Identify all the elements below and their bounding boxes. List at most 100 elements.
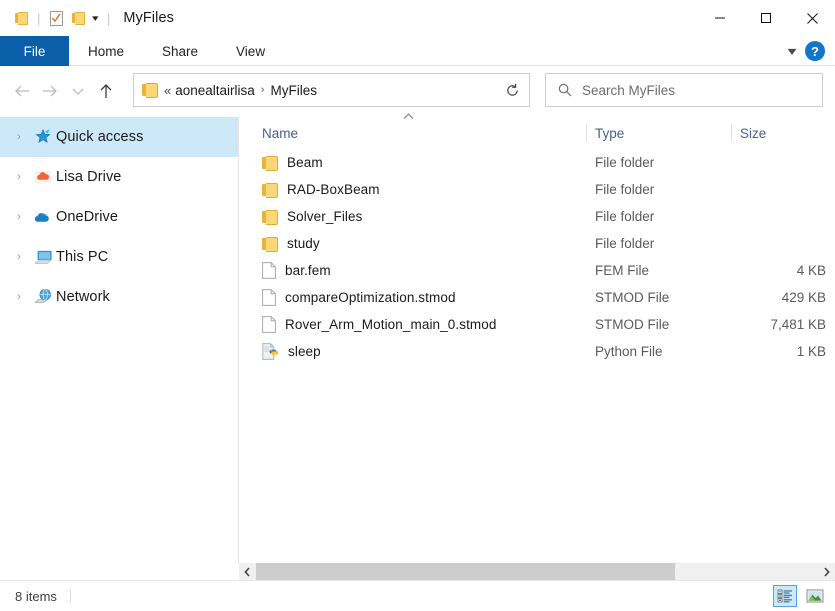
address-bar[interactable]: « aonealtairlisa › MyFiles (133, 73, 527, 107)
forward-button[interactable] (36, 76, 64, 106)
python-file-icon (262, 343, 279, 360)
qat-divider-1: | (37, 10, 41, 26)
sidebar-item-label: OneDrive (56, 209, 119, 225)
search-box[interactable]: Search MyFiles (545, 73, 823, 107)
file-name: study (287, 236, 320, 251)
breadcrumb-separator-0[interactable]: › (255, 84, 271, 96)
search-input[interactable]: Search MyFiles (582, 83, 675, 98)
tab-view[interactable]: View (217, 36, 284, 66)
large-icons-view-button[interactable] (803, 585, 827, 607)
generic-file-icon (262, 262, 276, 279)
ribbon-right-controls: ▾ ? (787, 36, 835, 66)
scrollbar-thumb[interactable] (256, 563, 675, 580)
title-bar: | ▾ | MyFiles (0, 0, 835, 36)
file-name-cell[interactable]: sleep (239, 343, 587, 360)
file-name-cell[interactable]: study (239, 236, 587, 252)
file-name: Rover_Arm_Motion_main_0.stmod (285, 317, 497, 332)
breadcrumb-item-1[interactable]: MyFiles (270, 83, 317, 98)
recent-locations-chevron-down-icon[interactable] (64, 76, 92, 106)
table-row[interactable]: sleep Python File 1 KB (239, 338, 835, 365)
column-header-name[interactable]: Name (239, 113, 587, 149)
chevron-right-icon[interactable]: › (8, 277, 30, 317)
scrollbar-track[interactable] (256, 563, 818, 580)
file-name-cell[interactable]: RAD-BoxBeam (239, 182, 587, 198)
generic-file-icon (262, 316, 276, 333)
table-row[interactable]: Beam File folder (239, 149, 835, 176)
back-button[interactable] (8, 76, 36, 106)
file-name: Beam (287, 155, 323, 170)
horizontal-scrollbar[interactable] (239, 563, 835, 580)
file-type-cell: STMOD File (595, 290, 670, 305)
sidebar-item-network[interactable]: › Network (0, 277, 238, 317)
refresh-button[interactable] (496, 73, 530, 107)
onedrive-cloud-icon (30, 208, 56, 226)
file-size-cell: 4 KB (796, 263, 826, 278)
file-size-cell: 7,481 KB (770, 317, 826, 332)
file-name: sleep (288, 344, 321, 359)
chevron-right-icon[interactable]: › (8, 237, 30, 277)
sidebar-item-this-pc[interactable]: › This PC (0, 237, 238, 277)
sidebar-item-label: This PC (56, 249, 109, 265)
window-folder-icon (10, 7, 32, 29)
file-name-cell[interactable]: Rover_Arm_Motion_main_0.stmod (239, 316, 587, 333)
folder-icon (262, 155, 278, 171)
details-view-button[interactable] (773, 585, 797, 607)
maximize-button[interactable] (743, 0, 789, 36)
chevron-right-icon[interactable]: › (8, 197, 30, 237)
up-button[interactable] (92, 76, 120, 106)
network-icon (30, 288, 56, 306)
status-divider (69, 589, 71, 603)
column-header-type[interactable]: Type (587, 117, 732, 149)
quick-access-toolbar: | ▾ | MyFiles (0, 0, 174, 36)
table-row[interactable]: Rover_Arm_Motion_main_0.stmod STMOD File… (239, 311, 835, 338)
properties-icon[interactable] (45, 7, 67, 29)
sort-ascending-icon (401, 113, 415, 123)
customize-qat-caret-icon[interactable]: ▾ (87, 13, 105, 23)
sidebar-item-lisa-drive[interactable]: › Lisa Drive (0, 157, 238, 197)
file-name-cell[interactable]: Solver_Files (239, 209, 587, 225)
close-button[interactable] (789, 0, 835, 36)
orange-cloud-icon (30, 168, 56, 186)
file-type-cell: Python File (595, 344, 663, 359)
file-type-cell: File folder (595, 182, 655, 197)
file-name-cell[interactable]: bar.fem (239, 262, 587, 279)
expand-ribbon-chevron-down-icon[interactable]: ▾ (787, 44, 796, 58)
chevron-right-icon[interactable]: › (8, 117, 30, 157)
help-button[interactable]: ? (805, 41, 825, 61)
file-explorer-window: | ▾ | MyFiles File Home Share View ▾ ? «… (0, 0, 835, 611)
column-header-size[interactable]: Size (732, 117, 835, 149)
sidebar-item-label: Lisa Drive (56, 169, 122, 185)
window-controls (697, 0, 835, 36)
address-folder-icon (142, 83, 158, 98)
table-row[interactable]: Solver_Files File folder (239, 203, 835, 230)
tab-home[interactable]: Home (69, 36, 143, 66)
pinned-star-icon (30, 128, 56, 146)
table-row[interactable]: RAD-BoxBeam File folder (239, 176, 835, 203)
file-name: compareOptimization.stmod (285, 290, 456, 305)
file-name-cell[interactable]: compareOptimization.stmod (239, 289, 587, 306)
column-header-label: Type (595, 125, 625, 141)
tab-share[interactable]: Share (143, 36, 217, 66)
minimize-button[interactable] (697, 0, 743, 36)
file-type-cell: File folder (595, 155, 655, 170)
column-header-label: Size (740, 125, 767, 141)
table-row[interactable]: study File folder (239, 230, 835, 257)
scroll-right-arrow-icon[interactable] (818, 563, 835, 580)
breadcrumb-overflow-icon[interactable]: « (164, 83, 175, 98)
breadcrumb-item-0[interactable]: aonealtairlisa (175, 83, 255, 98)
tab-file[interactable]: File (0, 36, 69, 66)
chevron-right-icon[interactable]: › (8, 157, 30, 197)
file-name: bar.fem (285, 263, 331, 278)
table-row[interactable]: bar.fem FEM File 4 KB (239, 257, 835, 284)
sidebar-item-label: Quick access (56, 129, 144, 145)
file-type-cell: File folder (595, 236, 655, 251)
file-name: Solver_Files (287, 209, 363, 224)
sidebar-item-label: Network (56, 289, 110, 305)
sidebar-item-onedrive[interactable]: › OneDrive (0, 197, 238, 237)
sidebar-item-quick-access[interactable]: › Quick access (0, 117, 238, 157)
scroll-left-arrow-icon[interactable] (239, 563, 256, 580)
this-pc-icon (30, 248, 56, 266)
status-bar: 8 items (0, 580, 835, 611)
table-row[interactable]: compareOptimization.stmod STMOD File 429… (239, 284, 835, 311)
file-name-cell[interactable]: Beam (239, 155, 587, 171)
